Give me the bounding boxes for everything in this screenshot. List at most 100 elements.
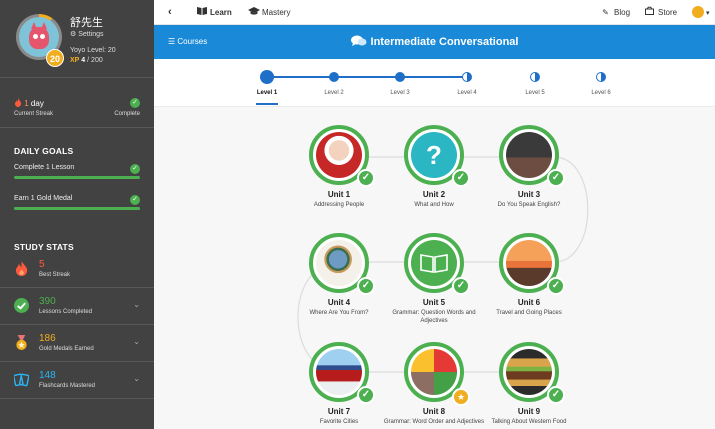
tab-level-1[interactable]: Level 1 (247, 90, 287, 96)
unit-card-3[interactable]: ✓ Unit 3 Do You Speak English? (474, 125, 584, 209)
chevron-down-icon[interactable]: ⌄ (133, 337, 140, 346)
profile-card: 20 舒先生 ⚙ Settings Yoyo Level: 20 XP 4 / … (0, 0, 154, 78)
globe-icon (316, 240, 362, 286)
level-2-node[interactable] (329, 72, 339, 82)
flame-icon (15, 261, 28, 276)
check-icon: ✓ (547, 386, 565, 404)
check-icon: ✓ (547, 169, 565, 187)
flame-icon (15, 98, 21, 107)
chevron-down-icon[interactable]: ⌄ (133, 374, 140, 383)
tab-level-5[interactable]: Level 5 (515, 90, 555, 96)
stat-label: Flashcards Mastered (39, 383, 96, 389)
streak-label: Current Streak (14, 111, 54, 117)
chevron-down-icon: ▾ (704, 10, 710, 17)
yoyo-level: Yoyo Level: 20 (70, 47, 116, 54)
tab-level-6[interactable]: Level 6 (581, 90, 621, 96)
unit-image: ? ✓ (404, 125, 470, 187)
stat-label: Lessons Completed (39, 309, 93, 315)
streak-unit: day (30, 99, 44, 108)
gear-icon: ⚙ (70, 31, 77, 38)
question-mark-icon: ? (411, 132, 457, 178)
level-5-node[interactable] (530, 72, 540, 82)
username: 舒先生 (70, 16, 103, 29)
unit-name: Unit 3 (517, 190, 541, 199)
stat-gold-medals[interactable]: 186 Gold Medals Earned ⌄ (0, 325, 154, 362)
unit-desc: Grammar: Question Words and Adjectives (392, 310, 476, 324)
unit-desc: Grammar: Word Order and Adjectives (383, 419, 485, 425)
hamburger-icon: ☰ (168, 37, 176, 46)
nav-mastery[interactable]: Mastery (248, 0, 290, 25)
unit-desc: Do You Speak English? (497, 202, 561, 208)
unit-card-5[interactable]: ✓ Unit 5 Grammar: Question Words and Adj… (379, 233, 489, 325)
unit-name: Unit 7 (327, 407, 351, 416)
open-book-icon (411, 240, 457, 286)
unit-card-4[interactable]: ✓ Unit 4 Where Are You From? (284, 233, 394, 317)
settings-label: Settings (78, 31, 104, 38)
streak-number: 1 (24, 99, 29, 108)
goal-item: Earn 1 Gold Medal ✓ (14, 195, 140, 210)
check-icon: ✓ (130, 98, 140, 108)
flashcards-icon (14, 373, 29, 387)
check-icon: ✓ (357, 386, 375, 404)
chat-bubbles-icon (350, 35, 367, 46)
stat-value: 5 (39, 259, 45, 270)
xp-label: XP (70, 57, 80, 64)
units-map: ✓ Unit 1 Addressing People ? ✓ Unit 2 Wh… (154, 107, 715, 429)
level-4-node[interactable] (462, 72, 472, 82)
unit-card-9[interactable]: ✓ Unit 9 Talking About Western Food (474, 342, 584, 426)
medal-icon: ★ (452, 388, 470, 406)
goal-progress-bar (14, 176, 140, 179)
pencil-icon: ✎ (602, 8, 609, 17)
stat-best-streak: 5 Best Streak (0, 251, 154, 288)
nav-blog[interactable]: ✎ Blog (600, 0, 630, 25)
unit-card-2[interactable]: ? ✓ Unit 2 What and How (379, 125, 489, 209)
unit-image: ✓ (309, 342, 375, 404)
nav-mastery-label: Mastery (262, 8, 291, 17)
burger-image (506, 349, 552, 395)
courses-label: Courses (177, 37, 208, 46)
nav-blog-label: Blog (614, 8, 631, 17)
nav-learn[interactable]: Learn (196, 0, 232, 25)
unit-card-1[interactable]: ✓ Unit 1 Addressing People (284, 125, 394, 209)
nav-store[interactable]: Store (644, 0, 677, 25)
tab-level-4[interactable]: Level 4 (447, 90, 487, 96)
stat-label: Best Streak (39, 272, 71, 278)
tab-level-2[interactable]: Level 2 (314, 90, 354, 96)
stat-label: Gold Medals Earned (39, 346, 94, 352)
courses-menu-button[interactable]: ☰ Courses (168, 25, 207, 59)
unit-name: Unit 1 (327, 190, 351, 199)
graduation-cap-icon (248, 0, 260, 25)
chevron-down-icon[interactable]: ⌄ (133, 300, 140, 309)
unit-desc: Addressing People (313, 202, 365, 208)
check-icon: ✓ (130, 164, 140, 174)
xp-readout: XP 4 / 200 (70, 57, 103, 64)
unit-card-8[interactable]: ★ Unit 8 Grammar: Word Order and Adjecti… (379, 342, 489, 426)
level-1-node[interactable] (260, 70, 274, 84)
goal-label: Earn 1 Gold Medal (14, 195, 73, 202)
unit-desc: Travel and Going Places (496, 310, 562, 316)
back-button[interactable]: ‹ (168, 0, 172, 25)
unit-image: ✓ (309, 125, 375, 187)
chevron-left-icon: ‹ (168, 6, 172, 18)
unit-card-6[interactable]: ✓ Unit 6 Travel and Going Places (474, 233, 584, 317)
unit-name: Unit 2 (422, 190, 446, 199)
stat-value: 186 (39, 333, 56, 344)
check-circle-icon (14, 298, 29, 313)
unit-desc: Talking About Western Food (491, 419, 567, 425)
unit-image: ✓ (404, 233, 470, 295)
user-menu[interactable]: ▾ (692, 0, 709, 25)
level-6-node[interactable] (596, 72, 606, 82)
check-icon: ✓ (357, 277, 375, 295)
course-title: Intermediate Conversational (154, 25, 715, 59)
unit-name: Unit 5 (422, 298, 446, 307)
level-3-node[interactable] (395, 72, 405, 82)
settings-link[interactable]: ⚙ Settings (70, 30, 104, 38)
tab-level-3[interactable]: Level 3 (380, 90, 420, 96)
unit-name: Unit 4 (327, 298, 351, 307)
unit-name: Unit 6 (517, 298, 541, 307)
puzzle-pieces-image (411, 349, 457, 395)
stat-flashcards[interactable]: 148 Flashcards Mastered ⌄ (0, 362, 154, 399)
shopping-bag-icon (644, 0, 655, 25)
unit-card-7[interactable]: ✓ Unit 7 Favorite Cities (284, 342, 394, 426)
stat-lessons-completed[interactable]: 390 Lessons Completed ⌄ (0, 288, 154, 325)
